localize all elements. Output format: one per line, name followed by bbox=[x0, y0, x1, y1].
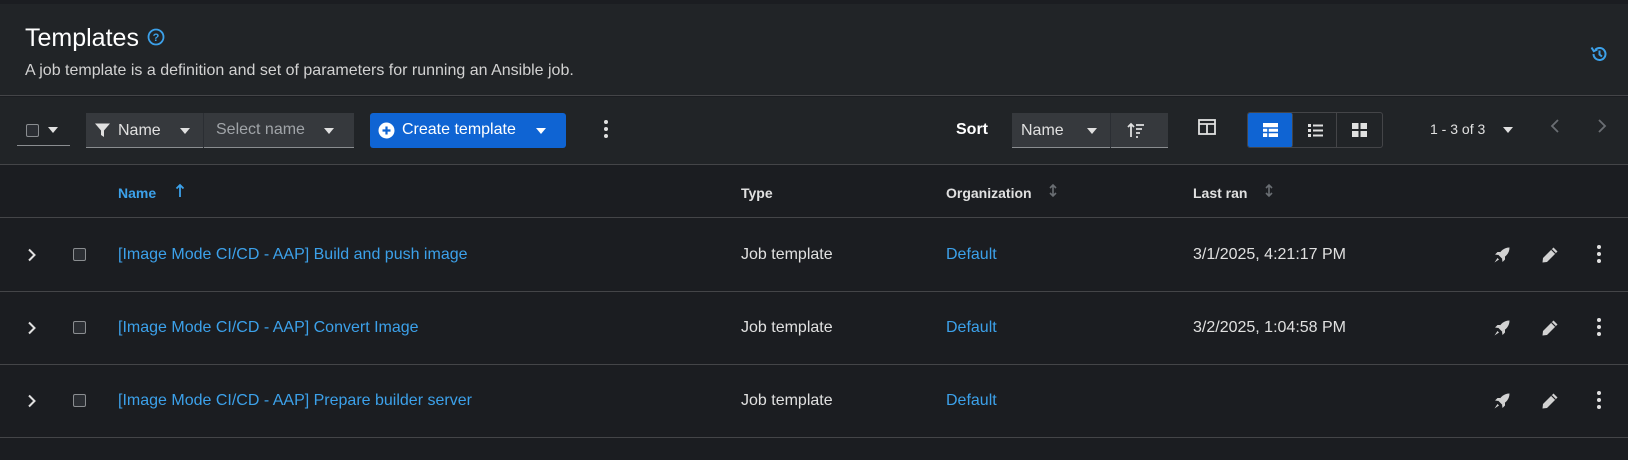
caret-down-icon[interactable] bbox=[1087, 128, 1097, 134]
row-checkbox[interactable] bbox=[73, 394, 86, 407]
select-all-checkbox[interactable] bbox=[26, 124, 39, 137]
caret-down-icon[interactable] bbox=[48, 127, 58, 133]
row-kebab-icon[interactable] bbox=[1597, 391, 1601, 412]
pencil-edit-icon[interactable] bbox=[1541, 319, 1559, 337]
organization-link[interactable]: Default bbox=[946, 392, 997, 410]
table-bottom-space bbox=[0, 438, 1628, 460]
bulk-select-dropdown[interactable] bbox=[17, 112, 70, 146]
table-view-button[interactable] bbox=[1248, 113, 1293, 147]
row-kebab-icon[interactable] bbox=[1597, 245, 1601, 266]
filter-attribute-select[interactable]: Name bbox=[118, 122, 161, 140]
column-header-organization[interactable]: Organization bbox=[946, 185, 1032, 201]
list-view-button[interactable] bbox=[1293, 113, 1338, 147]
caret-down-icon[interactable] bbox=[1503, 127, 1513, 133]
svg-text:?: ? bbox=[153, 32, 160, 44]
chevron-right-icon[interactable] bbox=[1597, 119, 1607, 133]
rocket-launch-icon[interactable] bbox=[1493, 392, 1511, 410]
divider bbox=[1110, 113, 1111, 148]
chevron-right-expand-icon[interactable] bbox=[27, 394, 37, 408]
sort-select: Name bbox=[1012, 113, 1168, 148]
table-view-icon bbox=[1263, 123, 1278, 137]
sort-direction-icon[interactable] bbox=[1127, 122, 1145, 139]
rocket-launch-icon[interactable] bbox=[1493, 319, 1511, 337]
last-ran: 3/2/2025, 1:04:58 PM bbox=[1193, 319, 1346, 336]
filter-icon bbox=[95, 123, 110, 137]
caret-down-icon[interactable] bbox=[536, 128, 546, 134]
plus-circle-icon bbox=[378, 122, 395, 139]
divider bbox=[203, 113, 204, 148]
column-header-name[interactable]: Name bbox=[118, 185, 156, 201]
page-header: Templates ? A job template is a definiti… bbox=[0, 4, 1628, 96]
toolbar: Name Select name Create template Sort Na… bbox=[0, 97, 1628, 165]
chevron-right-expand-icon[interactable] bbox=[27, 321, 37, 335]
page-title: Templates bbox=[25, 24, 139, 52]
table-header: Name Type Organization Last ran bbox=[0, 166, 1628, 218]
organization-link[interactable]: Default bbox=[946, 319, 997, 337]
rocket-launch-icon[interactable] bbox=[1493, 246, 1511, 264]
column-header-type[interactable]: Type bbox=[741, 185, 773, 201]
caret-down-icon[interactable] bbox=[324, 128, 334, 134]
sort-ascending-icon[interactable] bbox=[175, 183, 185, 198]
filter-value-input[interactable]: Select name bbox=[216, 121, 305, 139]
filter-group: Name Select name bbox=[86, 113, 354, 148]
table-row: [Image Mode CI/CD - AAP] Convert Image J… bbox=[0, 292, 1628, 365]
table-row: [Image Mode CI/CD - AAP] Build and push … bbox=[0, 219, 1628, 292]
create-template-button[interactable]: Create template bbox=[370, 113, 566, 148]
columns-icon[interactable] bbox=[1196, 116, 1218, 138]
row-kebab-icon[interactable] bbox=[1597, 318, 1601, 339]
last-ran: 3/1/2025, 4:21:17 PM bbox=[1193, 246, 1346, 263]
pencil-edit-icon[interactable] bbox=[1541, 246, 1559, 264]
view-toggle-group bbox=[1247, 112, 1383, 148]
row-checkbox[interactable] bbox=[73, 321, 86, 334]
card-view-button[interactable] bbox=[1337, 113, 1382, 147]
toolbar-kebab-icon[interactable] bbox=[604, 120, 608, 141]
template-type: Job template bbox=[741, 392, 833, 409]
template-name-link[interactable]: [Image Mode CI/CD - AAP] Build and push … bbox=[118, 246, 468, 264]
caret-down-icon[interactable] bbox=[180, 128, 190, 134]
sort-icon[interactable] bbox=[1048, 183, 1058, 198]
row-checkbox[interactable] bbox=[73, 248, 86, 261]
help-icon[interactable]: ? bbox=[147, 28, 165, 46]
template-type: Job template bbox=[741, 246, 833, 263]
sort-attribute-select[interactable]: Name bbox=[1021, 122, 1064, 140]
sort-icon[interactable] bbox=[1264, 183, 1274, 198]
table-row: [Image Mode CI/CD - AAP] Prepare builder… bbox=[0, 365, 1628, 438]
pagination-range[interactable]: 1 - 3 of 3 bbox=[1430, 121, 1485, 137]
pencil-edit-icon[interactable] bbox=[1541, 392, 1559, 410]
template-type: Job template bbox=[741, 319, 833, 336]
organization-link[interactable]: Default bbox=[946, 246, 997, 264]
list-view-icon bbox=[1307, 124, 1323, 137]
template-name-link[interactable]: [Image Mode CI/CD - AAP] Convert Image bbox=[118, 319, 419, 337]
card-view-icon bbox=[1352, 123, 1368, 137]
create-template-label: Create template bbox=[402, 121, 516, 138]
chevron-left-icon[interactable] bbox=[1550, 119, 1560, 133]
page-description: A job template is a definition and set o… bbox=[25, 62, 574, 79]
history-icon[interactable] bbox=[1589, 44, 1609, 64]
chevron-right-expand-icon[interactable] bbox=[27, 248, 37, 262]
sort-label: Sort bbox=[956, 121, 988, 138]
column-header-last-ran[interactable]: Last ran bbox=[1193, 185, 1247, 201]
template-name-link[interactable]: [Image Mode CI/CD - AAP] Prepare builder… bbox=[118, 392, 472, 410]
